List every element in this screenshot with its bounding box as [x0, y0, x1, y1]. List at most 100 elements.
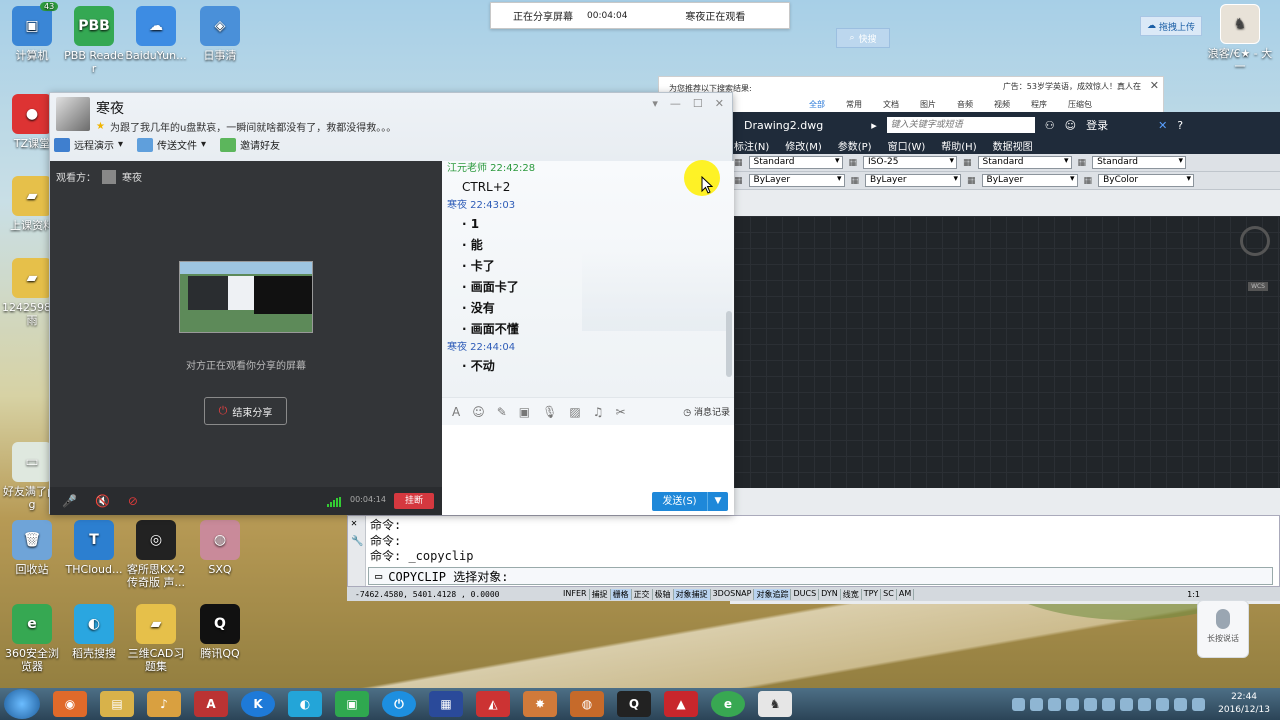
desktop-icon[interactable]: ◈ 日事清	[188, 6, 252, 62]
cad-menu-item[interactable]: 修改(M)	[785, 138, 821, 154]
binoculars-icon[interactable]: ⚇	[1045, 119, 1055, 132]
chat-input-field[interactable]: 发送(S) ▼	[442, 425, 734, 515]
desktop-icon[interactable]: 🗑 回收站	[0, 520, 64, 576]
cad-drawing-canvas[interactable]: WCS	[734, 216, 1280, 488]
tray-icon[interactable]	[1174, 697, 1188, 711]
maximize-icon[interactable]: ☐	[693, 97, 703, 110]
chevron-down-icon[interactable]: ▼	[707, 492, 728, 511]
toolbar-style-icon[interactable]: ▦	[963, 158, 972, 168]
remote-demo-button[interactable]: 远程演示 ▾	[54, 137, 123, 152]
exchange-icon[interactable]: ✕	[1158, 119, 1167, 132]
style-dropdown[interactable]: ByColor	[1098, 174, 1195, 187]
send-button[interactable]: 发送(S) ▼	[652, 492, 728, 511]
camera-off-icon[interactable]: ⊘	[128, 494, 138, 508]
status-toggle[interactable]: 对象追踪	[754, 588, 792, 600]
music-icon[interactable]: ♫	[593, 405, 604, 419]
annotation-scale[interactable]: 1:1	[1187, 590, 1200, 599]
toolbar-style-icon[interactable]: ▦	[967, 176, 976, 186]
search-tab[interactable]: 图片	[920, 99, 936, 110]
taskbar-k-icon[interactable]: K	[241, 691, 275, 717]
status-toggle[interactable]: 正交	[632, 588, 653, 600]
font-icon[interactable]: A	[452, 405, 460, 419]
status-toggle[interactable]: AM	[897, 588, 915, 600]
toolbar-style-icon[interactable]: ▦	[849, 158, 858, 168]
emoji-icon[interactable]: ☺	[472, 405, 485, 419]
tray-icon[interactable]	[1048, 697, 1062, 711]
taskbar-docer-icon[interactable]: ◐	[288, 691, 322, 717]
dropdown-icon[interactable]: ▾	[652, 97, 658, 110]
search-tab[interactable]: 全部	[809, 99, 825, 110]
end-share-button[interactable]: ⏻ 结束分享	[204, 397, 287, 425]
chat-message-area[interactable]: 江元老师 22:42:28 CTRL+2 寒夜 22:43:03 · 1 · 能 · 卡了…	[442, 161, 734, 397]
search-tab[interactable]: 音频	[957, 99, 973, 110]
tray-icon[interactable]	[1138, 697, 1152, 711]
status-toggle[interactable]: TPY	[862, 588, 882, 600]
send-file-button[interactable]: 传送文件 ▾	[137, 137, 206, 152]
tray-icon[interactable]	[1030, 697, 1044, 711]
cad-menu-item[interactable]: 标注(N)	[734, 138, 769, 154]
cad-menu-item[interactable]: 参数(P)	[838, 138, 872, 154]
chat-scrollbar[interactable]	[726, 311, 732, 377]
tray-icon[interactable]	[1102, 697, 1116, 711]
desktop-icon[interactable]: Q 腾讯QQ	[188, 604, 252, 660]
taskbar-chat-icon[interactable]: ♞	[758, 691, 792, 717]
status-toggle[interactable]: DYN	[819, 588, 841, 600]
microphone-icon[interactable]: 🎤	[62, 494, 77, 508]
system-clock[interactable]: 22:44 2016/12/13	[1218, 691, 1270, 717]
video-icon[interactable]: ▣	[519, 405, 530, 419]
taskbar-explorer-icon[interactable]: ▤	[100, 691, 134, 717]
volume-icon[interactable]	[1192, 697, 1206, 711]
desktop-icon[interactable]: PBB PBB Reader	[62, 6, 126, 75]
taskbar-pdf-icon[interactable]: A	[194, 691, 228, 717]
toolbar-style-icon[interactable]: ▦	[1078, 158, 1087, 168]
search-tab[interactable]: 压缩包	[1068, 99, 1092, 110]
image-icon[interactable]: ▨	[569, 405, 580, 419]
shake-icon[interactable]: ✎	[497, 405, 507, 419]
style-dropdown[interactable]: Standard	[748, 156, 843, 169]
desktop-icon[interactable]: ◎ 客所思KX-2传奇版 声...	[124, 520, 188, 589]
desktop-icon[interactable]: ☁ BaiduYun...	[124, 6, 188, 62]
style-dropdown[interactable]: ByLayer	[748, 174, 845, 187]
status-toggle[interactable]: 捕捉	[590, 588, 611, 600]
style-dropdown[interactable]: Standard	[1092, 156, 1187, 169]
close-icon[interactable]: ✕	[351, 518, 357, 529]
toolbar-style-icon[interactable]: ▦	[734, 158, 743, 168]
status-toggle[interactable]: 线宽	[841, 588, 862, 600]
taskbar-kx2-icon[interactable]: ✸	[523, 691, 557, 717]
desktop-icon[interactable]: T THCloud...	[62, 520, 126, 576]
status-toggle[interactable]: 栅格	[610, 588, 632, 600]
message-history-button[interactable]: ◷ 消息记录	[683, 405, 730, 418]
speaker-mute-icon[interactable]: 🔇	[95, 494, 110, 508]
tray-icon[interactable]	[1084, 697, 1098, 711]
taskbar-guitar-icon[interactable]: ♪	[147, 691, 181, 717]
desktop-icon[interactable]: e 360安全浏览器	[0, 604, 64, 673]
tray-icon[interactable]	[1066, 697, 1080, 711]
command-input[interactable]: ▭ COPYCLIP 选择对象:	[368, 567, 1273, 585]
search-tab[interactable]: 文档	[883, 99, 899, 110]
hangup-button[interactable]: 挂断	[394, 493, 434, 509]
style-dropdown[interactable]: ByLayer	[981, 174, 1078, 187]
search-tab[interactable]: 常用	[846, 99, 862, 110]
help-icon[interactable]: ?	[1177, 119, 1183, 132]
tray-icon[interactable]	[1120, 697, 1134, 711]
desktop-icon[interactable]: ▣ 计算机 43	[0, 2, 64, 62]
status-toggle[interactable]: DUCS	[791, 588, 820, 600]
style-dropdown[interactable]: ByLayer	[865, 174, 962, 187]
status-toggle[interactable]: 极轴	[653, 588, 674, 600]
voice-assist-widget[interactable]: 长按说话	[1197, 600, 1249, 658]
wcs-label[interactable]: WCS	[1248, 282, 1268, 291]
taskbar-360-icon[interactable]: ◉	[53, 691, 87, 717]
style-dropdown[interactable]: Standard	[977, 156, 1072, 169]
search-popup-ad[interactable]: 广告：53岁学英语，成效惊人！真人在	[1003, 81, 1141, 92]
taskbar-browser-icon[interactable]: e	[711, 691, 745, 717]
taskbar-qq-icon[interactable]: Q	[617, 691, 651, 717]
toolbar-style-icon[interactable]: ▦	[851, 176, 860, 186]
avatar[interactable]	[56, 97, 90, 131]
search-tab[interactable]: 程序	[1031, 99, 1047, 110]
baidu-upload-button[interactable]: ☁ 拖拽上传	[1140, 16, 1202, 36]
taskbar-clapper-icon[interactable]: ▦	[429, 691, 463, 717]
tray-icon[interactable]	[1156, 697, 1170, 711]
minimize-icon[interactable]: —	[670, 97, 681, 110]
cad-menu-item[interactable]: 帮助(H)	[941, 138, 976, 154]
taskbar-chart-icon[interactable]: ◭	[476, 691, 510, 717]
